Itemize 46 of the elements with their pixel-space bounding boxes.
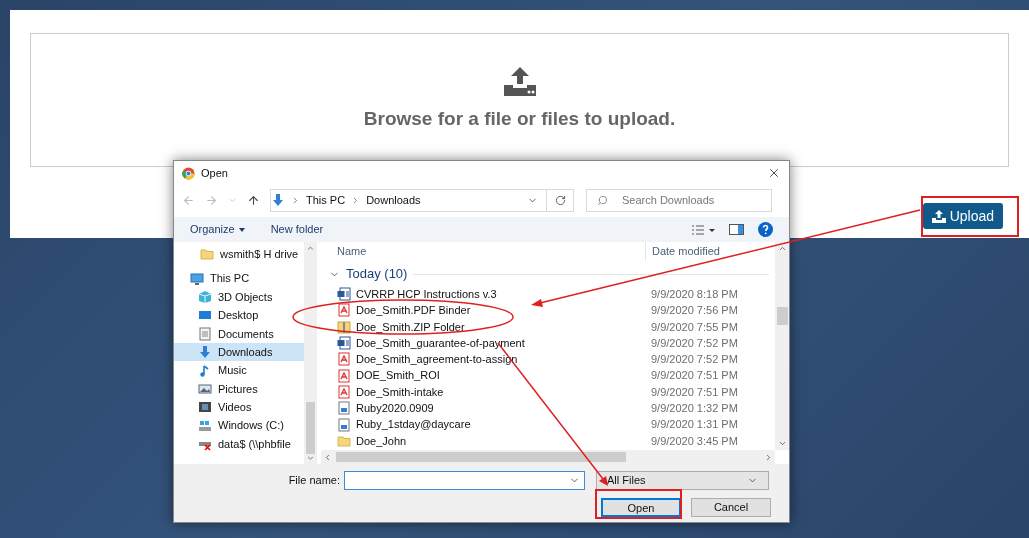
sidebar-item[interactable]: Windows (C:)	[174, 416, 304, 435]
date-modified: 9/9/2020 1:32 PM	[650, 401, 738, 416]
file-row[interactable]: Doe_Smith-intake 9/9/2020 7:51 PM	[325, 383, 775, 401]
new-folder-button[interactable]: New folder	[270, 221, 324, 238]
file-row[interactable]: DOE_Smith_ROI 9/9/2020 7:51 PM	[325, 367, 775, 384]
date-modified: 9/9/2020 3:45 PM	[650, 433, 738, 449]
file-row[interactable]: Doe_John 9/9/2020 3:45 PM	[325, 432, 775, 449]
date-modified: 9/9/2020 8:18 PM	[650, 286, 738, 302]
group-header[interactable]: Today (10)	[346, 264, 408, 284]
sidebar-item[interactable]: 3D Objects	[174, 287, 304, 307]
sidebar-item[interactable]: Desktop	[174, 306, 304, 325]
file-row[interactable]: CVRRP HCP Instructions v.3 9/9/2020 8:18 PM	[325, 286, 775, 303]
date-modified: 9/9/2020 1:31 PM	[650, 417, 738, 433]
breadcrumb-item[interactable]: Downloads	[366, 191, 421, 209]
file-row[interactable]: Ruby_1stday@daycare 9/9/2020 1:31 PM	[325, 416, 775, 433]
sidebar-item[interactable]: This PC	[174, 269, 304, 288]
date-modified: 9/9/2020 7:52 PM	[650, 352, 738, 368]
date-modified: 9/9/2020 7:56 PM	[650, 303, 738, 319]
file-type-select[interactable]: All Files	[596, 470, 769, 490]
column-header[interactable]: Date modified	[645, 242, 720, 261]
file-row[interactable]: Doe_Smith.ZIP Folder 9/9/2020 7:55 PM	[325, 318, 775, 335]
sidebar-item[interactable]: Downloads	[174, 342, 304, 362]
organize-menu[interactable]: Organize	[190, 221, 245, 238]
file-name-label: File name:	[287, 472, 341, 488]
cancel-button[interactable]: Cancel	[691, 498, 771, 517]
sidebar-item[interactable]: Music	[174, 361, 304, 380]
file-row[interactable]: Ruby2020.0909 9/9/2020 1:32 PM	[325, 400, 775, 417]
sidebar-item[interactable]: Videos	[174, 398, 304, 417]
sidebar-item[interactable]: Documents	[174, 324, 304, 343]
drop-zone-message: Browse for a file or files to upload.	[363, 106, 676, 131]
sidebar-item[interactable]: Pictures	[174, 379, 304, 399]
date-modified: 9/9/2020 7:51 PM	[650, 384, 738, 400]
dialog-title: Open	[201, 165, 229, 181]
open-button[interactable]: Open	[601, 498, 681, 517]
sidebar-item[interactable]: wsmith$ H drive	[174, 245, 304, 264]
search-field[interactable]: Search Downloads	[586, 188, 772, 212]
file-row[interactable]: Doe_Smith.PDF Binder 9/9/2020 7:56 PM	[325, 302, 775, 319]
date-modified: 9/9/2020 7:55 PM	[650, 319, 738, 335]
file-row[interactable]: Doe_Smith_guarantee-of-payment 9/9/2020 7:52 PM	[325, 334, 775, 352]
breadcrumb-item[interactable]: This PC	[306, 191, 346, 209]
sidebar-item[interactable]: data$ (\\phbfile	[174, 434, 304, 454]
date-modified: 9/9/2020 7:51 PM	[650, 368, 738, 384]
upload-button[interactable]: Upload	[922, 203, 1003, 229]
date-modified: 9/9/2020 7:52 PM	[650, 335, 738, 351]
column-header[interactable]: Name	[325, 243, 645, 260]
address-bar[interactable]: This PC Downloads	[270, 188, 574, 212]
